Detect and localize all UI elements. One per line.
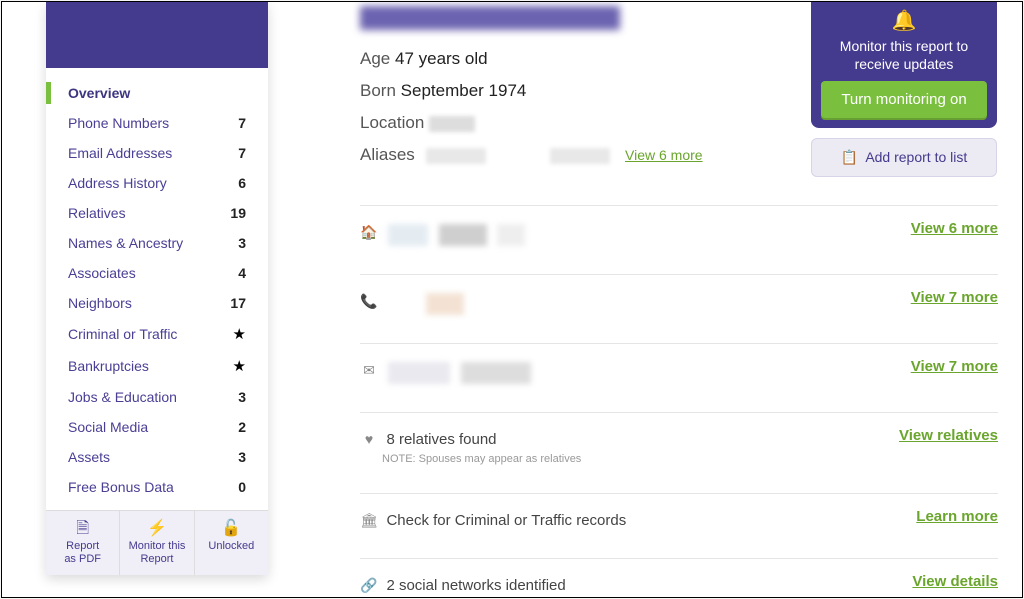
action-label: Unlocked <box>208 540 254 552</box>
redacted-value <box>388 224 428 246</box>
nav-label: Relatives <box>68 205 126 221</box>
report-as-pdf-button[interactable]: 🗎 Reportas PDF <box>46 511 120 575</box>
nav-label: Address History <box>68 175 167 191</box>
view-more-addresses-link[interactable]: View 6 more <box>911 220 998 237</box>
monitor-this-report-button[interactable]: ⚡ Monitor thisReport <box>120 511 194 575</box>
nav-label: Jobs & Education <box>68 389 177 405</box>
nav-count: 3 <box>238 235 246 251</box>
nav-relatives[interactable]: Relatives 19 <box>46 198 268 228</box>
bank-icon: 🏛 <box>360 512 378 529</box>
pdf-icon: 🗎 <box>50 519 115 538</box>
nav-label: Phone Numbers <box>68 115 169 131</box>
nav-list: Overview Phone Numbers 7 Email Addresses… <box>46 68 268 510</box>
redacted-value <box>429 116 475 132</box>
nav-count: 4 <box>238 265 246 281</box>
nav-label: Assets <box>68 449 110 465</box>
born-value: September 1974 <box>401 81 527 100</box>
phone-icon: 📞 <box>360 293 378 310</box>
location-row: Location <box>360 107 998 139</box>
nav-jobs-education[interactable]: Jobs & Education 3 <box>46 382 268 412</box>
relatives-block: ♥ 8 relatives found NOTE: Spouses may ap… <box>360 412 998 483</box>
redacted-value <box>550 148 610 164</box>
phone-block: 📞 View 7 more <box>360 274 998 333</box>
bolt-icon: ⚡ <box>124 519 189 538</box>
share-icon: 🔗 <box>360 577 378 594</box>
aliases-label: Aliases <box>360 145 415 164</box>
nav-associates[interactable]: Associates 4 <box>46 258 268 288</box>
sidebar-header <box>46 2 268 68</box>
nav-count: 17 <box>230 295 246 311</box>
nav-label: Free Bonus Data <box>68 479 174 495</box>
sidebar-actions: 🗎 Reportas PDF ⚡ Monitor thisReport 🔓 Un… <box>46 510 268 575</box>
age-label: Age <box>360 49 390 68</box>
nav-count: 3 <box>238 389 246 405</box>
nav-criminal-traffic[interactable]: Criminal or Traffic ★ <box>46 318 268 350</box>
relatives-found-text: 8 relatives found <box>386 431 496 448</box>
view-more-aliases-link[interactable]: View 6 more <box>625 147 703 163</box>
heart-icon: ♥ <box>360 431 378 447</box>
action-label: Monitor thisReport <box>129 540 186 565</box>
main-content: Age 47 years old Born September 1974 Loc… <box>360 2 998 597</box>
born-label: Born <box>360 81 396 100</box>
email-block: ✉ View 7 more <box>360 343 998 402</box>
view-social-details-link[interactable]: View details <box>912 573 998 590</box>
born-row: Born September 1974 <box>360 75 998 107</box>
redacted-value <box>426 293 464 315</box>
criminal-check-text: Check for Criminal or Traffic records <box>386 512 626 529</box>
criminal-block: 🏛 Check for Criminal or Traffic records … <box>360 493 998 548</box>
nav-names-ancestry[interactable]: Names & Ancestry 3 <box>46 228 268 258</box>
nav-count: 2 <box>238 419 246 435</box>
star-icon: ★ <box>233 325 246 343</box>
redacted-value <box>439 224 487 246</box>
social-block: 🔗 2 social networks identified View deta… <box>360 558 998 598</box>
nav-count: 6 <box>238 175 246 191</box>
redacted-value <box>388 362 450 384</box>
action-label: Reportas PDF <box>64 540 101 565</box>
unlock-icon: 🔓 <box>199 519 264 538</box>
nav-count: 7 <box>238 115 246 131</box>
nav-overview[interactable]: Overview <box>46 78 268 108</box>
redacted-value <box>426 148 486 164</box>
nav-count: 19 <box>230 205 246 221</box>
learn-more-criminal-link[interactable]: Learn more <box>916 508 998 525</box>
nav-address-history[interactable]: Address History 6 <box>46 168 268 198</box>
address-block: 🏠 View 6 more <box>360 205 998 264</box>
view-more-emails-link[interactable]: View 7 more <box>911 358 998 375</box>
view-more-phones-link[interactable]: View 7 more <box>911 289 998 306</box>
nav-label: Bankruptcies <box>68 358 149 374</box>
nav-bankruptcies[interactable]: Bankruptcies ★ <box>46 350 268 382</box>
nav-assets[interactable]: Assets 3 <box>46 442 268 472</box>
nav-label: Names & Ancestry <box>68 235 183 251</box>
relatives-note: NOTE: Spouses may appear as relatives <box>382 453 998 465</box>
nav-social-media[interactable]: Social Media 2 <box>46 412 268 442</box>
redacted-value <box>461 362 531 384</box>
nav-neighbors[interactable]: Neighbors 17 <box>46 288 268 318</box>
age-row: Age 47 years old <box>360 43 998 75</box>
nav-free-bonus[interactable]: Free Bonus Data 0 <box>46 472 268 502</box>
nav-count: 0 <box>238 479 246 495</box>
age-value: 47 years old <box>395 49 488 68</box>
nav-label: Email Addresses <box>68 145 172 161</box>
nav-label: Social Media <box>68 419 148 435</box>
star-icon: ★ <box>233 357 246 375</box>
nav-label: Criminal or Traffic <box>68 326 177 342</box>
nav-label: Neighbors <box>68 295 132 311</box>
nav-label: Associates <box>68 265 136 281</box>
person-name-redacted <box>360 6 620 30</box>
social-networks-text: 2 social networks identified <box>386 577 565 594</box>
nav-count: 3 <box>238 449 246 465</box>
aliases-row: Aliases View 6 more <box>360 139 998 171</box>
nav-email-addresses[interactable]: Email Addresses 7 <box>46 138 268 168</box>
redacted-value <box>497 224 525 246</box>
envelope-icon: ✉ <box>360 362 378 379</box>
nav-label: Overview <box>68 85 130 101</box>
nav-phone-numbers[interactable]: Phone Numbers 7 <box>46 108 268 138</box>
sidebar: Overview Phone Numbers 7 Email Addresses… <box>46 2 268 575</box>
unlocked-button[interactable]: 🔓 Unlocked <box>195 511 268 575</box>
location-label: Location <box>360 113 424 132</box>
home-icon: 🏠 <box>360 224 378 241</box>
nav-count: 7 <box>238 145 246 161</box>
view-relatives-link[interactable]: View relatives <box>899 427 998 444</box>
